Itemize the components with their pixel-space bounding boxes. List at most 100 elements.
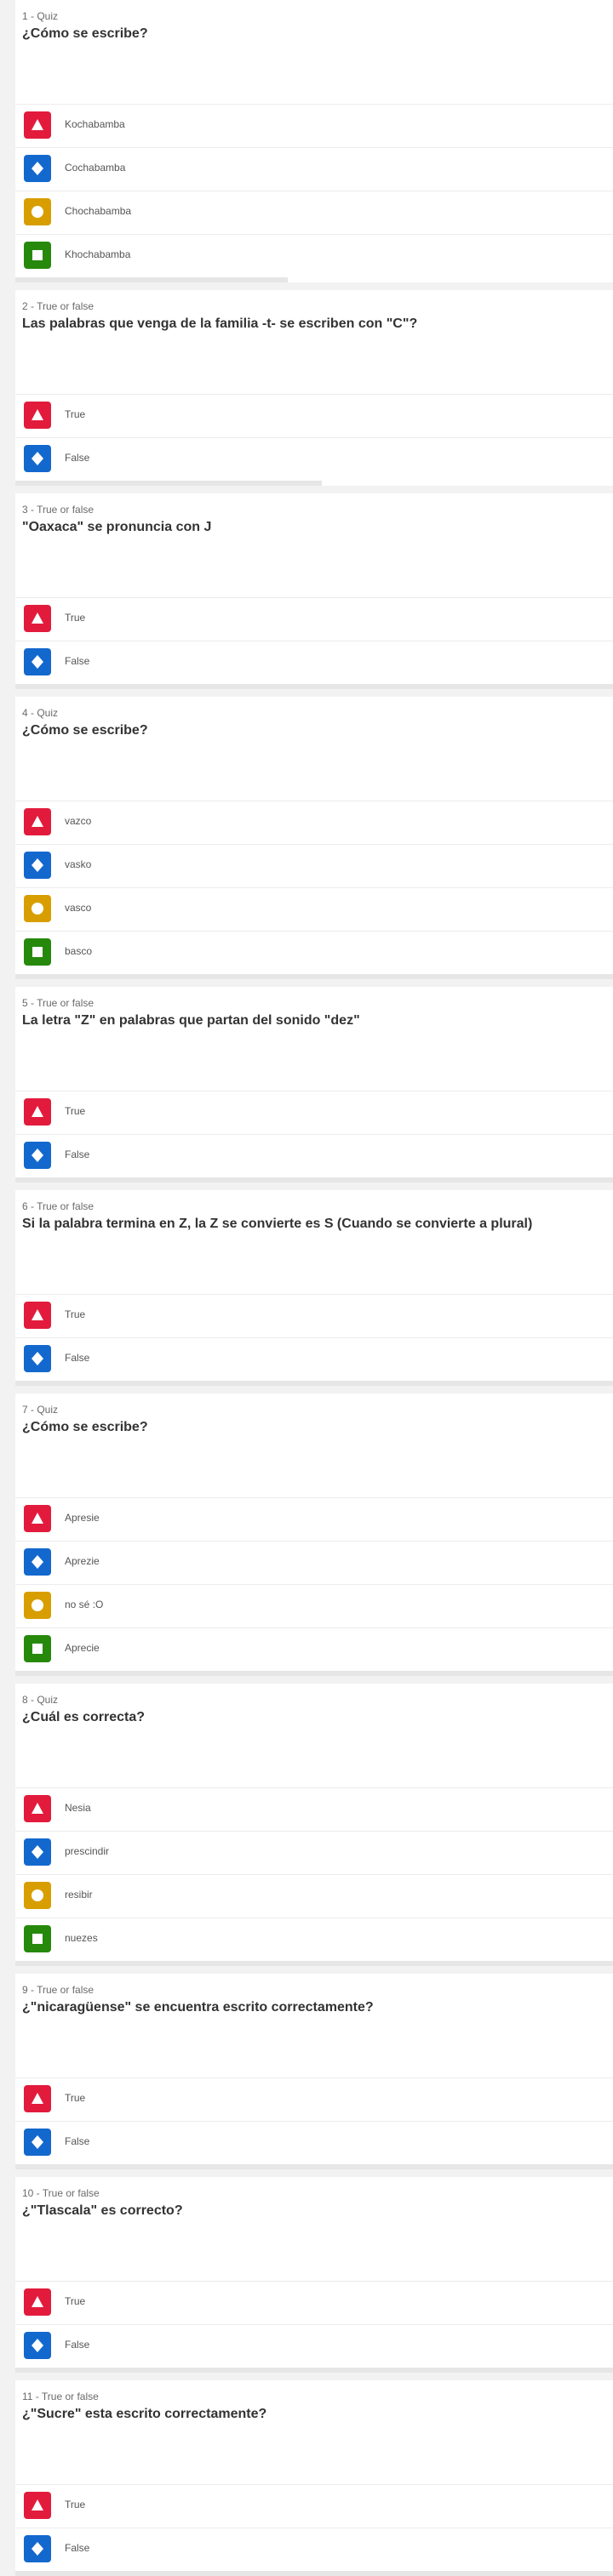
triangle-icon [24,1302,51,1329]
triangle-icon [24,2492,51,2519]
answer-option[interactable]: resibir [15,1874,613,1917]
answer-text: nuezes [65,1932,98,1944]
circle-icon [24,1592,51,1619]
diamond-icon [24,648,51,675]
answer-text: True [65,408,86,420]
answer-option[interactable]: True [15,597,613,640]
question-type-label: 3 - True or false [22,504,95,516]
question-card[interactable]: 2 - True or false Las palabras que venga … [15,290,613,486]
answer-option[interactable]: Kochabamba [15,104,613,146]
question-card[interactable]: 7 - Quiz ¿Cómo se escribe? Apresie Aprezie n… [15,1393,613,1676]
answer-option[interactable]: False [15,2528,613,2570]
answer-option[interactable]: basco [15,931,613,973]
question-header: 7 - Quiz ¿Cómo se escribe? [15,1393,613,1496]
question-card[interactable]: 6 - True or false Si la palabra termina e… [15,1190,613,1386]
answer-option[interactable]: vasco [15,887,613,930]
question-card[interactable]: 8 - Quiz ¿Cuál es correcta? Nesia prescindi… [15,1684,613,1966]
triangle-icon [24,402,51,429]
diamond-icon [24,2129,51,2156]
diamond-icon [24,1142,51,1169]
circle-icon [24,895,51,922]
circle-icon [24,198,51,225]
square-icon [24,1925,51,1952]
question-title: Si la palabra termina en Z, la Z se conv… [22,1217,533,1231]
question-title: La letra "Z" en palabras que partan del … [22,1013,360,1028]
answer-option[interactable]: Aprezie [15,1541,613,1583]
answer-option[interactable]: Apresie [15,1497,613,1540]
question-card[interactable]: 11 - True or false ¿"Sucre" esta escrito … [15,2380,613,2576]
question-type-label: 5 - True or false [22,997,95,1009]
answer-option[interactable]: False [15,2121,613,2163]
question-title: ¿Cuál es correcta? [22,1710,146,1724]
answer-option[interactable]: vazco [15,801,613,843]
triangle-icon [24,2288,51,2316]
triangle-icon [24,1098,51,1126]
card-separator [15,282,613,289]
answer-text: Aprezie [65,1555,100,1567]
question-type-label: 6 - True or false [22,1200,95,1212]
triangle-icon [24,1505,51,1532]
answer-text: False [65,2135,90,2147]
card-separator [15,2169,613,2176]
question-card[interactable]: 9 - True or false ¿"nicaragüense" se encu… [15,1974,613,2169]
answer-option[interactable]: False [15,1134,613,1177]
question-title: ¿"Sucre" esta escrito correctamente? [22,2407,267,2421]
answer-text: resibir [65,1889,93,1901]
question-header: 3 - True or false "Oaxaca" se pronuncia c… [15,493,613,596]
question-title: ¿Cómo se escribe? [22,723,148,738]
answer-option[interactable]: False [15,641,613,683]
card-separator [15,689,613,696]
question-title: ¿"Tlascala" es correcto? [22,2203,183,2218]
question-type-label: 7 - Quiz [22,1404,59,1416]
question-type-label: 11 - True or false [22,2391,99,2402]
answer-option[interactable]: True [15,394,613,436]
answer-option[interactable]: True [15,1091,613,1133]
answer-option[interactable]: no sé :O [15,1584,613,1627]
answer-option[interactable]: vasko [15,844,613,886]
question-header: 5 - True or false La letra "Z" en palabra… [15,987,613,1089]
card-separator [15,1966,613,1973]
answer-option[interactable]: True [15,2281,613,2323]
answer-option[interactable]: prescindir [15,1831,613,1873]
card-separator [15,979,613,986]
answer-option[interactable]: False [15,1337,613,1380]
diamond-icon [24,2332,51,2359]
answer-option[interactable]: Aprecie [15,1627,613,1670]
question-card[interactable]: 1 - Quiz ¿Cómo se escribe? Kochabamba Cocha… [15,0,613,282]
answer-option[interactable]: False [15,437,613,480]
question-header: 1 - Quiz ¿Cómo se escribe? [15,0,613,102]
triangle-icon [24,605,51,632]
answer-option[interactable]: Khochabamba [15,234,613,276]
diamond-icon [24,155,51,182]
question-card[interactable]: 5 - True or false La letra "Z" en palabra… [15,987,613,1183]
question-title: ¿"nicaragüense" se encuentra escrito cor… [22,2000,374,2015]
question-card[interactable]: 3 - True or false "Oaxaca" se pronuncia c… [15,493,613,689]
answer-option[interactable]: True [15,1294,613,1336]
question-card[interactable]: 4 - Quiz ¿Cómo se escribe? vazco vasko vasco… [15,697,613,979]
answer-option[interactable]: Cochabamba [15,147,613,190]
answer-text: False [65,452,90,464]
diamond-icon [24,852,51,879]
triangle-icon [24,2085,51,2112]
answer-option[interactable]: True [15,2484,613,2527]
square-icon [24,242,51,269]
answer-text: basco [65,945,93,957]
answer-option[interactable]: nuezes [15,1918,613,1960]
card-separator [15,1676,613,1683]
triangle-icon [24,808,51,835]
answer-option[interactable]: False [15,2324,613,2367]
answer-option[interactable]: Chochabamba [15,191,613,233]
question-type-label: 8 - Quiz [22,1694,59,1706]
answer-text: False [65,1352,90,1364]
question-header: 2 - True or false Las palabras que venga … [15,290,613,392]
answer-text: True [65,612,86,624]
answer-option[interactable]: Nesia [15,1787,613,1830]
diamond-icon [24,1548,51,1576]
answer-text: vasco [65,902,92,914]
answer-option[interactable]: True [15,2077,613,2120]
question-card[interactable]: 10 - True or false ¿"Tlascala" es correct… [15,2177,613,2373]
diamond-icon [24,445,51,472]
answer-text: True [65,2295,86,2307]
question-title: ¿Cómo se escribe? [22,1420,148,1434]
question-type-label: 10 - True or false [22,2187,100,2199]
